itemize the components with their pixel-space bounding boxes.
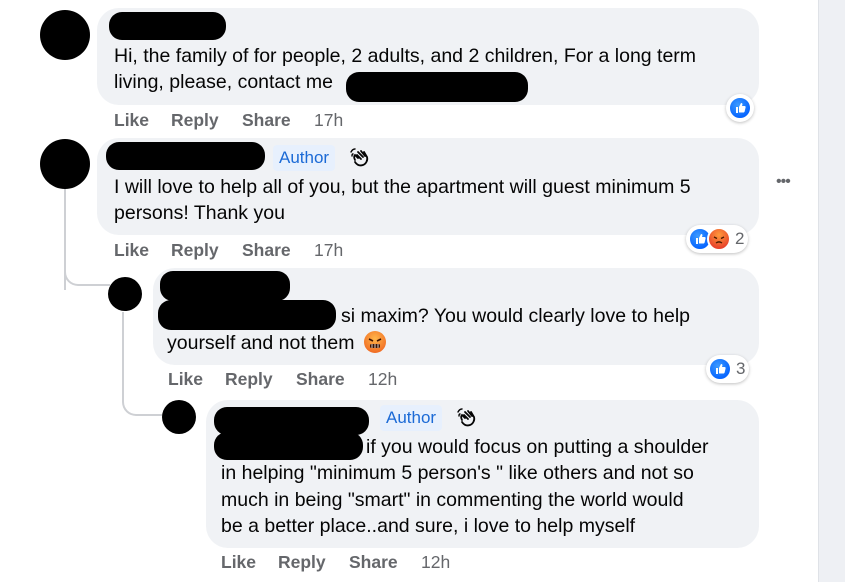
author-badge: Author <box>380 405 443 431</box>
timestamp[interactable]: 17h <box>314 110 343 131</box>
share-button[interactable]: Share <box>349 552 421 573</box>
comment-text-line: in helping "minimum 5 person's " like ot… <box>221 462 694 484</box>
reply-button[interactable]: Reply <box>171 110 242 131</box>
comment-text-line: be a better place..and sure, i love to h… <box>221 515 636 537</box>
timestamp[interactable]: 12h <box>421 552 450 573</box>
redacted-author-name <box>106 142 265 170</box>
reaction-count: 3 <box>736 359 746 378</box>
author-badge: Author <box>273 145 336 171</box>
reaction-summary[interactable]: 3 <box>706 355 750 383</box>
waving-hand-icon <box>350 148 369 167</box>
right-scroll-panel <box>818 0 845 582</box>
like-button[interactable]: Like <box>168 369 225 390</box>
comment-text-line: Hi, the family of for people, 2 adults, … <box>114 45 697 67</box>
share-button[interactable]: Share <box>242 110 314 131</box>
comment-actions: Like Reply Share 17h <box>114 240 343 261</box>
comment-actions: Like Reply Share 12h <box>221 552 450 573</box>
comment-text-line: if you would focus on putting a shoulder <box>366 436 709 458</box>
comment-text-line: living, please, contact me <box>114 71 333 93</box>
like-button[interactable]: Like <box>114 240 171 261</box>
comment-text-line: I will love to help all of you, but the … <box>114 176 691 198</box>
redacted-author-name <box>214 407 369 435</box>
angry-reaction-icon <box>707 227 731 251</box>
redacted-author-name <box>160 271 290 301</box>
reaction-summary[interactable]: 2 <box>686 225 749 253</box>
reaction-count: 2 <box>735 229 745 248</box>
like-reaction-icon <box>708 357 732 381</box>
reply-button[interactable]: Reply <box>225 369 296 390</box>
comment-text-line: persons! Thank you <box>114 202 285 224</box>
like-button[interactable]: Like <box>114 110 171 131</box>
redacted-author-name <box>109 12 226 40</box>
avatar[interactable] <box>40 139 90 189</box>
redacted-author-name <box>158 300 336 330</box>
more-options-icon[interactable]: ••• <box>776 173 791 191</box>
reaction-summary[interactable] <box>726 94 754 122</box>
reply-button[interactable]: Reply <box>171 240 242 261</box>
comment-text-line: si maxim? You would clearly love to help <box>341 305 691 327</box>
avatar[interactable] <box>108 277 142 311</box>
comment-actions: Like Reply Share 12h <box>168 369 397 390</box>
like-reaction-icon <box>728 96 752 120</box>
share-button[interactable]: Share <box>296 369 368 390</box>
comment-text-line: much in being "smart" in commenting the … <box>221 489 684 511</box>
redacted-contact <box>346 72 528 102</box>
avatar[interactable] <box>162 400 196 434</box>
share-button[interactable]: Share <box>242 240 314 261</box>
comment-text-line: yourself and not them <box>167 330 386 356</box>
timestamp[interactable]: 12h <box>368 369 397 390</box>
avatar[interactable] <box>40 10 90 60</box>
comment-actions: Like Reply Share 17h <box>114 110 343 131</box>
redacted-author-name <box>214 432 363 460</box>
timestamp[interactable]: 17h <box>314 240 343 261</box>
angry-face-emoji-icon <box>363 331 386 353</box>
reply-button[interactable]: Reply <box>278 552 349 573</box>
waving-hand-icon <box>457 408 476 427</box>
thread-line-trunk <box>64 270 66 290</box>
comment-text: yourself and not them <box>167 332 355 354</box>
like-button[interactable]: Like <box>221 552 278 573</box>
